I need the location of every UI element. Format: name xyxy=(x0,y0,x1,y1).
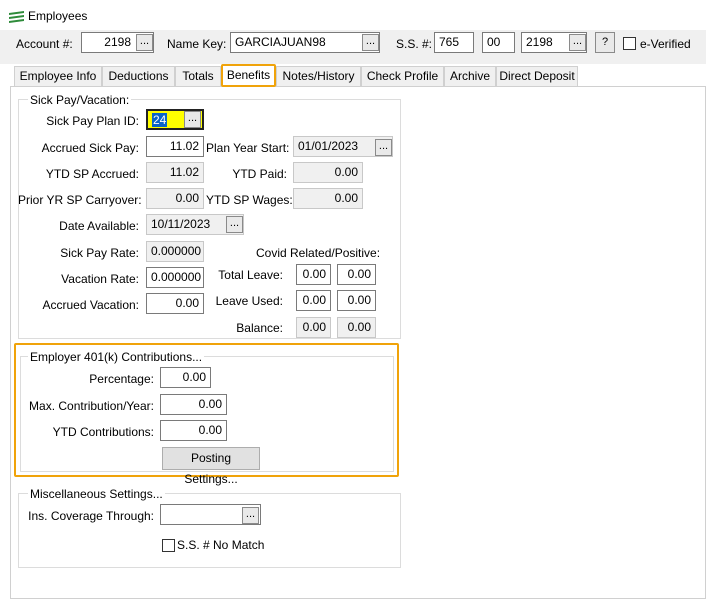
ins-coverage-label: Ins. Coverage Through: xyxy=(28,509,154,523)
ss-part1-field[interactable]: 765 xyxy=(434,32,474,53)
ytd-wages-field: 0.00 xyxy=(293,188,363,209)
sick-pay-group-title: Sick Pay/Vacation: xyxy=(28,93,132,107)
everified-checkbox[interactable] xyxy=(623,37,636,50)
tab-benefits[interactable]: Benefits xyxy=(221,64,276,87)
misc-group-title: Miscellaneous Settings... xyxy=(28,487,165,501)
sick-plan-id-label: Sick Pay Plan ID: xyxy=(46,114,139,128)
tab-notes-history[interactable]: Notes/History xyxy=(276,66,361,86)
total-leave-field-1[interactable]: 0.00 xyxy=(296,264,331,285)
sick-rate-field: 0.000000 xyxy=(146,241,204,262)
title-bar xyxy=(0,0,706,30)
accrued-vacation-field[interactable]: 0.00 xyxy=(146,293,204,314)
plan-year-start-label: Plan Year Start: xyxy=(206,141,290,155)
leave-used-field-2[interactable]: 0.00 xyxy=(337,290,376,311)
accrued-vacation-label: Accrued Vacation: xyxy=(42,298,140,312)
ss-no-match-checkbox[interactable] xyxy=(162,539,175,552)
balance-label: Balance: xyxy=(236,321,283,335)
tab-check-profile[interactable]: Check Profile xyxy=(361,66,444,86)
ss-lookup-button[interactable]: ... xyxy=(569,34,586,51)
account-value: 2198 xyxy=(104,35,131,49)
tab-direct-deposit[interactable]: Direct Deposit xyxy=(496,66,578,86)
tab-employee-info[interactable]: Employee Info xyxy=(14,66,102,86)
name-key-field[interactable]: GARCIAJUAN98 xyxy=(230,32,380,53)
percentage-label: Percentage: xyxy=(89,372,154,386)
prior-carryover-label: Prior YR SP Carryover: xyxy=(18,193,142,207)
sick-rate-label: Sick Pay Rate: xyxy=(60,246,139,260)
balance-field-2: 0.00 xyxy=(337,317,376,338)
max-contribution-label: Max. Contribution/Year: xyxy=(29,399,154,413)
tab-archive[interactable]: Archive xyxy=(444,66,496,86)
covid-label: Covid Related/Positive: xyxy=(256,246,381,260)
ytd-accrued-label: YTD SP Accrued: xyxy=(45,167,139,181)
ins-coverage-button[interactable]: ... xyxy=(242,507,259,524)
date-available-label: Date Available: xyxy=(59,219,139,233)
prior-carryover-field: 0.00 xyxy=(146,188,204,209)
window-title: Employees xyxy=(28,9,88,23)
everified-label: e-Verified xyxy=(640,37,691,51)
employer-401k-group-title: Employer 401(k) Contributions... xyxy=(28,350,205,364)
app-logo-icon xyxy=(8,10,25,24)
ytd-paid-field: 0.00 xyxy=(293,162,363,183)
vacation-rate-field[interactable]: 0.000000 xyxy=(146,267,204,288)
ss-label: S.S. #: xyxy=(396,37,433,51)
ytd-wages-label: YTD SP Wages: xyxy=(206,193,293,207)
ss-no-match-label: S.S. # No Match xyxy=(177,538,265,552)
leave-used-label: Leave Used: xyxy=(215,294,283,308)
posting-settings-button[interactable]: Posting Settings... xyxy=(162,447,260,486)
name-key-lookup-button[interactable]: ... xyxy=(362,34,379,51)
sick-plan-id-value: 24 xyxy=(152,113,168,127)
ytd-paid-label: YTD Paid: xyxy=(232,167,287,181)
plan-year-start-button[interactable]: ... xyxy=(375,139,392,156)
ss-part2-field[interactable]: 00 xyxy=(482,32,515,53)
balance-field-1: 0.00 xyxy=(296,317,331,338)
percentage-field[interactable]: 0.00 xyxy=(160,367,211,388)
account-lookup-button[interactable]: ... xyxy=(136,34,153,51)
account-label: Account #: xyxy=(16,37,73,51)
date-available-button[interactable]: ... xyxy=(226,216,243,233)
name-key-label: Name Key: xyxy=(167,37,227,51)
leave-used-field-1[interactable]: 0.00 xyxy=(296,290,331,311)
help-button[interactable]: ? xyxy=(595,32,615,53)
accrued-sick-field[interactable]: 11.02 xyxy=(146,136,204,157)
tab-totals[interactable]: Totals xyxy=(175,66,221,86)
accrued-sick-label: Accrued Sick Pay: xyxy=(41,141,139,155)
tab-deductions[interactable]: Deductions xyxy=(102,66,175,86)
total-leave-label: Total Leave: xyxy=(218,268,283,282)
ytd-contributions-label: YTD Contributions: xyxy=(52,425,154,439)
ytd-accrued-field: 11.02 xyxy=(146,162,204,183)
total-leave-field-2[interactable]: 0.00 xyxy=(337,264,376,285)
ytd-contributions-field[interactable]: 0.00 xyxy=(160,420,227,441)
max-contribution-field[interactable]: 0.00 xyxy=(160,394,227,415)
vacation-rate-label: Vacation Rate: xyxy=(61,272,139,286)
sick-plan-lookup-button[interactable]: ... xyxy=(184,111,201,128)
